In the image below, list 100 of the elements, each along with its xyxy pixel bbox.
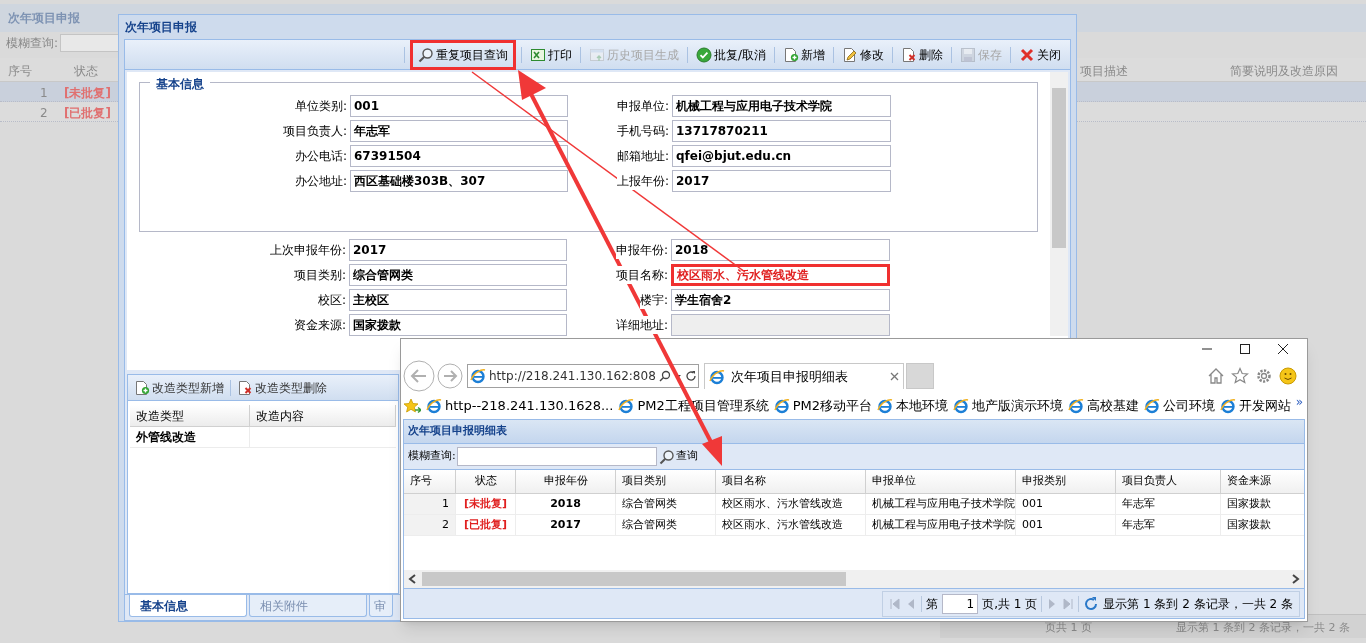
column-header[interactable]: 申报类别: [1016, 470, 1116, 493]
back-icon[interactable]: [403, 360, 435, 392]
more-favorites-button[interactable]: »: [1295, 393, 1303, 411]
page-number-field[interactable]: 1: [942, 593, 979, 614]
table-cell: 年志军: [1116, 494, 1221, 514]
table-cell: 校区雨水、污水管线改造: [716, 494, 866, 514]
search-field[interactable]: [60, 34, 121, 52]
address-bar[interactable]: http://218.241.130.162:808: [467, 364, 699, 388]
input-field[interactable]: 2018: [671, 239, 890, 261]
toolbar-button[interactable]: 重复项目查询: [409, 39, 516, 70]
favorite-link[interactable]: 本地环境: [877, 396, 949, 416]
column-header[interactable]: 申报年份: [516, 470, 616, 493]
column-header[interactable]: 项目负责人: [1116, 470, 1221, 493]
input-field[interactable]: 2017: [349, 239, 567, 261]
smiley-icon[interactable]: [1279, 367, 1297, 385]
toolbar-button[interactable]: 改造类型新增: [132, 376, 226, 399]
input-field[interactable]: qfei@bjut.edu.cn: [672, 145, 891, 167]
column-header[interactable]: 资金来源: [1221, 470, 1304, 493]
add-document-icon: [783, 46, 799, 63]
input-field[interactable]: 13717870211: [672, 120, 891, 142]
page-icon: [773, 398, 790, 414]
input-field[interactable]: 001: [350, 95, 568, 117]
toolbar-button[interactable]: 新增: [780, 42, 828, 67]
floppy-icon: [960, 46, 976, 63]
favorite-link[interactable]: 开发网站: [1220, 396, 1292, 416]
column-header[interactable]: 改造类型: [130, 405, 250, 426]
last-page-icon[interactable]: [1062, 597, 1075, 610]
first-page-icon[interactable]: [889, 597, 902, 610]
star-icon[interactable]: [1231, 367, 1249, 385]
page-icon: [426, 398, 442, 414]
search-icon: [417, 46, 434, 63]
input-field[interactable]: 67391504: [350, 145, 568, 167]
search-icon: [658, 448, 675, 465]
table-cell: 综合管网类: [616, 494, 716, 514]
section-title: 基本信息: [150, 75, 210, 93]
browser-tab[interactable]: 次年项目申报明细表: [704, 363, 904, 389]
column-header[interactable]: 状态: [456, 470, 516, 493]
search-label: 模糊查询:: [408, 448, 456, 465]
toolbar-button[interactable]: 关闭: [1016, 42, 1064, 67]
table-cell: 001: [1016, 494, 1116, 514]
column-header[interactable]: 改造内容: [250, 405, 396, 426]
column-header[interactable]: 项目名称: [716, 470, 866, 493]
column-header[interactable]: 项目类别: [616, 470, 716, 493]
row-number: 2: [404, 515, 456, 535]
input-field[interactable]: 年志军: [350, 120, 568, 142]
edit-icon: [842, 46, 858, 63]
table-cell: 校区雨水、污水管线改造: [716, 515, 866, 535]
table-cell: 外管线改造: [130, 427, 250, 447]
table-cell: 综合管网类: [616, 515, 716, 535]
toolbar-button[interactable]: 批复/取消: [692, 42, 769, 67]
browser-logo-icon: [709, 368, 725, 385]
favorite-link[interactable]: 公司环境: [1144, 396, 1216, 416]
scrollbar[interactable]: [404, 570, 1304, 588]
favorite-link[interactable]: http--218.241.130.1628...: [426, 396, 614, 416]
input-field[interactable]: 主校区: [349, 289, 567, 311]
input-field[interactable]: 国家拨款: [349, 314, 567, 336]
pager-text: 页共 1 页: [1045, 620, 1092, 636]
gear-icon[interactable]: [1255, 367, 1273, 385]
page-icon: [618, 398, 635, 414]
input-field[interactable]: 校区雨水、污水管线改造: [671, 264, 890, 286]
table-cell: [已批复]: [456, 515, 516, 535]
input-field[interactable]: 综合管网类: [349, 264, 567, 286]
scrollbar[interactable]: [1050, 72, 1068, 336]
search-icon[interactable]: [658, 370, 671, 382]
add-favorite-icon[interactable]: [403, 398, 421, 414]
table-cell: 机械工程与应用电子技术学院: [866, 494, 1016, 514]
delete-document-icon: [237, 379, 253, 396]
input-field[interactable]: 学生宿舍2: [671, 289, 890, 311]
table-cell: 国家拨款: [1221, 515, 1304, 535]
favorite-link[interactable]: 地产版演示环境: [953, 396, 1064, 416]
input-field[interactable]: 2017: [672, 170, 891, 192]
page-icon: [1144, 398, 1161, 414]
row-number: 1: [40, 85, 48, 102]
tab[interactable]: 基本信息: [129, 595, 247, 617]
toolbar-button[interactable]: 修改: [839, 42, 887, 67]
toolbar-button[interactable]: 删除: [898, 42, 946, 67]
search-button[interactable]: 查询: [657, 448, 699, 465]
forward-icon[interactable]: [437, 363, 463, 389]
window-title: 次年项目申报: [125, 19, 197, 36]
input-field[interactable]: [671, 314, 890, 336]
check-icon: [695, 46, 712, 63]
column-header[interactable]: 序号: [404, 470, 456, 493]
toolbar-button[interactable]: 打印: [526, 42, 575, 67]
toolbar-button[interactable]: 改造类型删除: [235, 376, 329, 399]
search-field[interactable]: [456, 447, 657, 466]
input-field[interactable]: 西区基础楼303B、307: [350, 170, 568, 192]
delete-document-icon: [901, 46, 917, 63]
favorite-link[interactable]: 高校基建: [1068, 396, 1140, 416]
status-text: [未批复]: [64, 85, 111, 102]
favorite-link[interactable]: PM2移动平台: [773, 396, 873, 416]
close-icon[interactable]: [1277, 343, 1289, 355]
refresh-icon[interactable]: [684, 370, 697, 382]
status-text: [已批复]: [64, 105, 111, 122]
column-header[interactable]: 申报单位: [866, 470, 1016, 493]
page-icon: [953, 398, 970, 414]
input-field[interactable]: 机械工程与应用电子技术学院: [672, 95, 891, 117]
close-icon: [1019, 46, 1035, 63]
search-label: 模糊查询:: [6, 35, 59, 52]
home-icon[interactable]: [1207, 367, 1225, 385]
maximize-icon[interactable]: [1239, 343, 1251, 355]
